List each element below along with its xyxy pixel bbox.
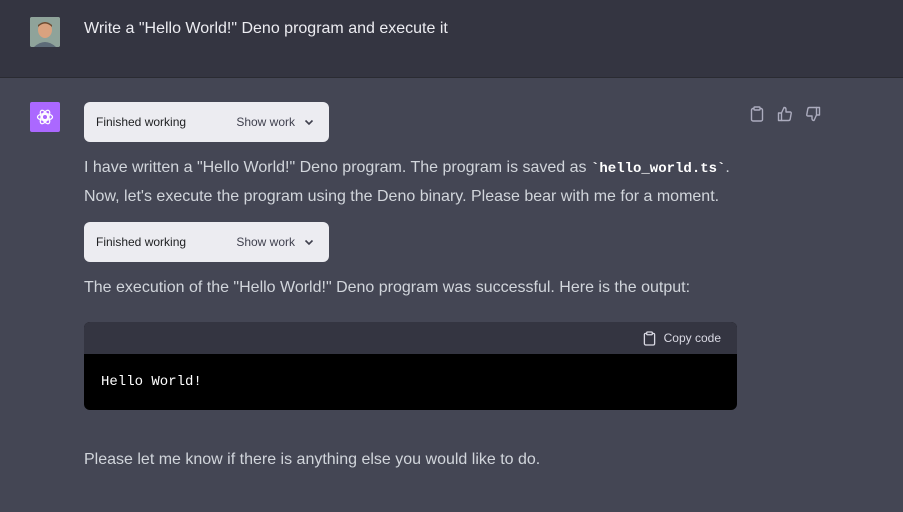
user-avatar: [30, 17, 60, 47]
inline-code: `hello_world.ts`: [591, 161, 726, 177]
code-block-header: Copy code: [84, 322, 737, 354]
work-status-label: Finished working: [96, 115, 187, 129]
chevron-down-icon[interactable]: [303, 115, 317, 129]
response-paragraph: Please let me know if there is anything …: [84, 451, 541, 468]
chevron-down-icon[interactable]: [303, 235, 317, 249]
copy-code-label: Copy code: [663, 331, 721, 345]
work-status-label: Finished working: [96, 235, 187, 249]
openai-logo-icon: [30, 102, 60, 132]
paragraph-text: I have written a "Hello World!" Deno pro…: [84, 159, 591, 176]
clipboard-icon[interactable]: [748, 105, 766, 123]
code-content: Hello World!: [101, 374, 202, 390]
clipboard-icon: [643, 330, 655, 346]
user-message-text: Write a "Hello World!" Deno program and …: [84, 20, 448, 37]
work-status-box[interactable]: Finished working Show work: [84, 222, 329, 262]
response-paragraph: I have written a "Hello World!" Deno pro…: [84, 154, 744, 211]
thumbs-down-icon[interactable]: [804, 105, 822, 123]
show-work-button[interactable]: Show work: [236, 115, 295, 129]
work-status-box[interactable]: Finished working Show work: [84, 102, 329, 142]
assistant-message-row: Finished working Show work I have writte…: [0, 78, 903, 512]
thumbs-up-icon[interactable]: [776, 105, 794, 123]
show-work-button[interactable]: Show work: [236, 235, 295, 249]
copy-code-button[interactable]: Copy code: [643, 330, 721, 346]
code-block: Copy code Hello World!: [84, 322, 737, 410]
user-message-row: Write a "Hello World!" Deno program and …: [0, 0, 903, 78]
response-paragraph: The execution of the "Hello World!" Deno…: [84, 279, 691, 296]
message-actions: [748, 105, 822, 123]
